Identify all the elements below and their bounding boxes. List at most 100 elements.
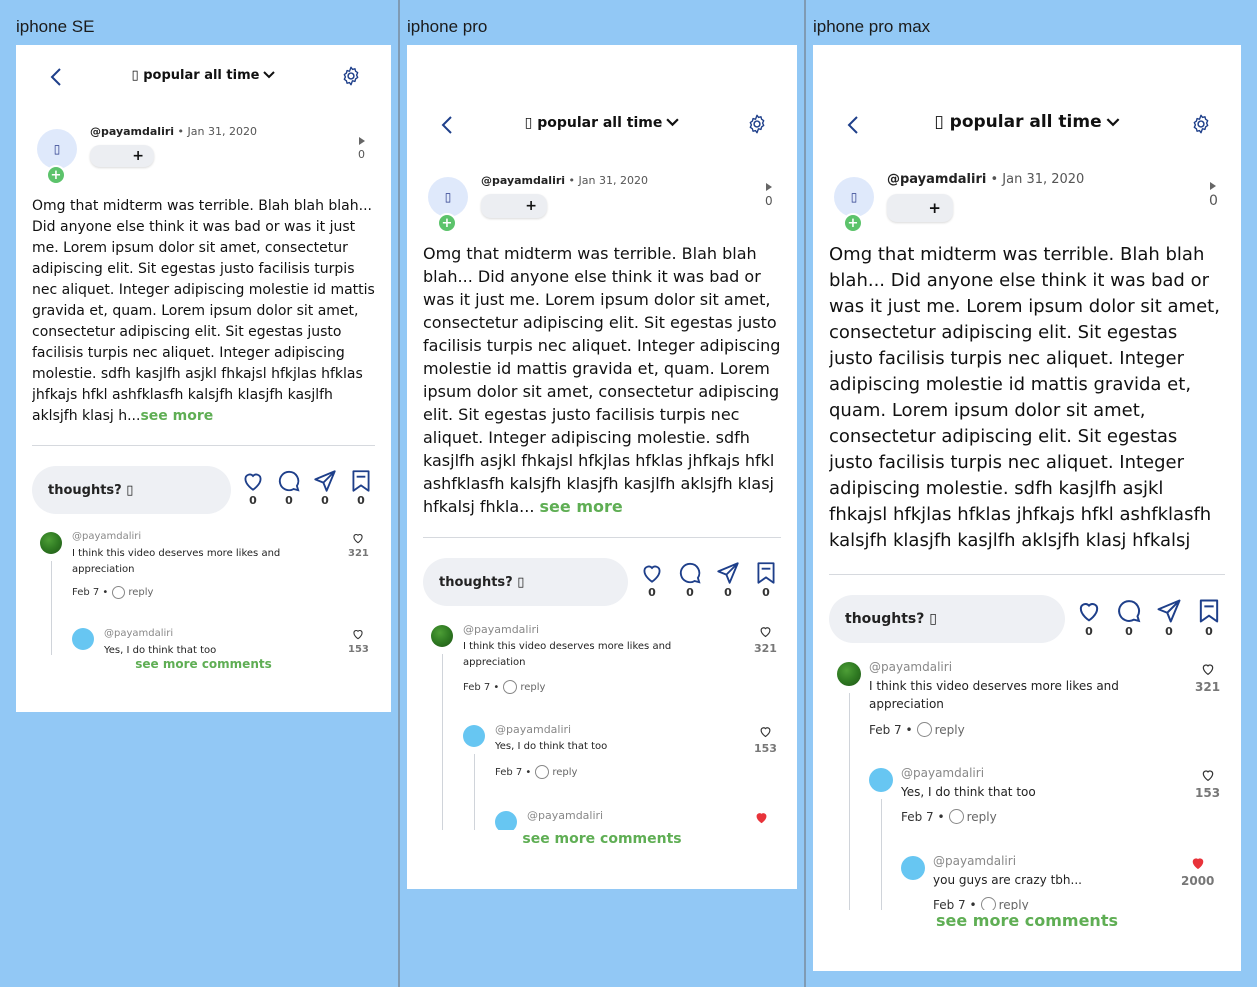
post-text: Omg that midterm was terrible. Blah blah… [829, 244, 1220, 551]
reply-bubble-icon[interactable] [980, 897, 996, 910]
thoughts-input[interactable]: thoughts? ▯ [829, 595, 1065, 643]
share-button[interactable]: 0 [311, 468, 339, 507]
avatar-glyph: ▯ [834, 177, 874, 217]
follow-button[interactable]: + [90, 145, 154, 167]
comment-like[interactable]: 2000 [1181, 855, 1214, 888]
avatar[interactable] [72, 628, 94, 650]
bookmark-icon [757, 562, 775, 584]
heart-icon [1079, 603, 1099, 622]
comment-count: 0 [686, 586, 694, 599]
like-count: 0 [1085, 625, 1093, 638]
comment-handle[interactable]: @payamdaliri [463, 623, 539, 636]
post-avatar[interactable]: ▯ + [37, 129, 77, 185]
divider-line [32, 445, 375, 446]
views-indicator: 0 [1209, 182, 1218, 209]
avatar[interactable] [463, 725, 485, 747]
reply-link[interactable]: reply [967, 810, 997, 824]
thoughts-input[interactable]: thoughts? ▯ [423, 558, 628, 606]
comment-date: Feb 7 • [933, 897, 977, 911]
reply-bubble-icon[interactable] [948, 809, 964, 824]
thoughts-input[interactable]: thoughts? ▯ [32, 466, 231, 514]
reply-link[interactable]: reply [935, 723, 965, 737]
reply-bubble-icon[interactable] [535, 765, 550, 779]
like-button[interactable]: 0 [239, 468, 267, 507]
avatar[interactable] [495, 811, 517, 830]
comment-button[interactable]: 0 [275, 468, 303, 507]
see-more-comments[interactable]: see more comments [16, 657, 391, 671]
like-button[interactable]: 0 [638, 560, 666, 599]
post-avatar[interactable]: ▯ + [834, 177, 874, 233]
gear-icon[interactable] [1190, 113, 1212, 135]
comment-like[interactable]: 321 [1195, 661, 1220, 694]
comment-handle[interactable]: @payamdaliri [104, 628, 173, 639]
avatar[interactable] [901, 856, 925, 880]
share-button[interactable]: 0 [714, 560, 742, 599]
post-handle[interactable]: @payamdaliri [481, 174, 565, 187]
gear-icon[interactable] [340, 65, 362, 87]
comment-like[interactable] [754, 810, 769, 828]
comment-like-count: 321 [348, 548, 369, 559]
save-button[interactable]: 0 [752, 560, 780, 599]
heart-icon [1192, 858, 1203, 870]
avatar-glyph: ▯ [428, 177, 468, 217]
comment-date: Feb 7 • [72, 587, 109, 598]
save-button[interactable]: 0 [1194, 597, 1224, 638]
follow-plus-badge[interactable]: + [437, 213, 457, 233]
sort-dropdown[interactable]: ▯ popular all time [407, 115, 797, 131]
avatar[interactable] [40, 532, 62, 554]
share-button[interactable]: 0 [1154, 597, 1184, 638]
send-icon [314, 470, 336, 492]
post-handle[interactable]: @payamdaliri [90, 125, 174, 138]
thread-line [881, 799, 882, 910]
comment-like[interactable]: 153 [754, 724, 777, 755]
follow-button[interactable]: + [887, 194, 953, 222]
like-button[interactable]: 0 [1074, 597, 1104, 638]
gear-icon[interactable] [746, 113, 768, 135]
sort-dropdown[interactable]: ▯ popular all time [16, 68, 391, 83]
avatar[interactable] [869, 768, 893, 792]
share-count: 0 [724, 586, 732, 599]
follow-plus-badge[interactable]: + [46, 165, 66, 185]
reply-bubble-icon[interactable] [916, 722, 932, 737]
comments-list: @payamdaliri I think this video deserves… [423, 622, 781, 830]
reply-link[interactable]: reply [520, 682, 545, 693]
see-more-link[interactable]: see more [140, 408, 213, 424]
reply-bubble-icon[interactable] [503, 680, 518, 694]
comment-handle[interactable]: @payamdaliri [933, 854, 1016, 868]
see-more-comments[interactable]: see more comments [813, 911, 1241, 930]
divider-line [829, 574, 1225, 575]
comment-like[interactable]: 321 [754, 624, 777, 655]
comment-handle[interactable]: @payamdaliri [527, 809, 603, 822]
follow-button[interactable]: + [481, 194, 547, 218]
comment-handle[interactable]: @payamdaliri [901, 766, 984, 780]
reply-link[interactable]: reply [999, 898, 1029, 911]
comment-text: Yes, I do think that too [495, 741, 608, 752]
comment-like[interactable]: 153 [1195, 767, 1220, 800]
sort-label: ▯ popular all time [524, 115, 663, 131]
heart-icon [1202, 664, 1213, 676]
see-more-link[interactable]: see more [540, 497, 623, 516]
comment-date: Feb 7 • [463, 681, 500, 693]
reply-bubble-icon[interactable] [112, 586, 126, 599]
reply-link[interactable]: reply [128, 587, 153, 598]
thread-line [474, 754, 475, 830]
reply-link[interactable]: reply [552, 767, 577, 778]
comment-like[interactable]: 153 [348, 627, 369, 655]
comment-button[interactable]: 0 [1114, 597, 1144, 638]
comment-handle[interactable]: @payamdaliri [495, 723, 571, 736]
save-button[interactable]: 0 [347, 468, 375, 507]
post-handle[interactable]: @payamdaliri [887, 172, 986, 187]
device-label-pro-max: iphone pro max [813, 17, 931, 36]
sort-dropdown[interactable]: ▯ popular all time [813, 112, 1241, 132]
avatar[interactable] [837, 662, 861, 686]
post-text: Omg that midterm was terrible. Blah blah… [32, 198, 375, 424]
comment-like[interactable]: 321 [348, 531, 369, 559]
follow-plus-badge[interactable]: + [843, 213, 863, 233]
comment-button[interactable]: 0 [676, 560, 704, 599]
see-more-comments[interactable]: see more comments [407, 831, 797, 847]
comment-like-count: 153 [1195, 786, 1221, 800]
comment-handle[interactable]: @payamdaliri [72, 531, 141, 542]
comment-handle[interactable]: @payamdaliri [869, 660, 952, 674]
post-avatar[interactable]: ▯ + [428, 177, 468, 233]
avatar[interactable] [431, 625, 453, 647]
